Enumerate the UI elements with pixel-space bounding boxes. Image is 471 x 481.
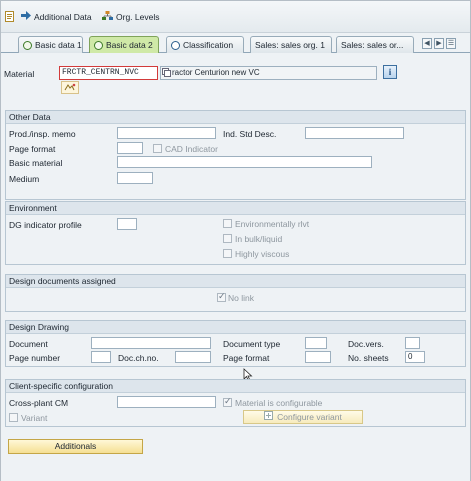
dg-indicator-label: DG indicator profile (9, 220, 82, 230)
drawing-page-format-field[interactable] (305, 351, 331, 363)
medium-label: Medium (9, 174, 40, 184)
ind-std-desc-label: Ind. Std Desc. (223, 129, 277, 139)
document-type-field[interactable] (305, 337, 327, 349)
circle-icon (171, 40, 180, 50)
cross-plant-label: Cross-plant CM (9, 398, 69, 408)
tab-label: Basic data 2 (106, 40, 153, 50)
highly-viscous-checkbox[interactable] (223, 249, 232, 258)
tab-basic-data-2[interactable]: Basic data 2 (89, 36, 159, 53)
basic-material-label: Basic material (9, 158, 63, 168)
tab-basic-data-1[interactable]: Basic data 1 (18, 36, 83, 53)
additional-data-label: Additional Data (34, 11, 92, 22)
prod-memo-field[interactable] (117, 127, 216, 139)
no-link-checkbox[interactable] (217, 291, 226, 302)
application-toolbar: Additional Data Org. Levels (1, 1, 470, 33)
org-levels-label: Org. Levels (116, 12, 160, 22)
design-drawing-group: Design Drawing Document Document type Do… (5, 320, 466, 367)
dg-indicator-field[interactable] (117, 218, 137, 230)
configure-variant-label: Configure variant (277, 412, 342, 422)
configure-icon (264, 411, 274, 423)
other-data-group: Other Data Prod./insp. memo Ind. Std Des… (5, 110, 466, 200)
tab-label: Classification (183, 40, 234, 50)
tab-label: Sales: sales org. 1 (255, 40, 325, 50)
ind-std-desc-field[interactable] (305, 127, 404, 139)
tab-strip: Basic data 1 Basic data 2 Classification… (1, 35, 470, 53)
prod-memo-label: Prod./insp. memo (9, 129, 76, 139)
tab-scroll-left-button[interactable]: ◀ (422, 38, 432, 49)
document-list-icon[interactable] (5, 11, 15, 22)
tab-label: Basic data 1 (35, 40, 82, 50)
document-type-label: Document type (223, 339, 281, 349)
tab-scroll-right-button[interactable]: ▶ (434, 38, 444, 49)
org-levels-button[interactable]: Org. Levels (102, 11, 159, 23)
cross-plant-field[interactable] (117, 396, 216, 408)
tab-sales-org-1[interactable]: Sales: sales org. 1 (250, 36, 332, 53)
basic-data-2-panel: Material FRCTR_CENTRN_NVC ractor Centuri… (1, 54, 470, 481)
env-relevant-checkbox[interactable] (223, 219, 232, 228)
material-label: Material (4, 69, 35, 79)
org-levels-icon (102, 11, 113, 23)
tab-list-button[interactable]: ☰ (446, 38, 456, 49)
no-link-label: No link (228, 293, 254, 303)
cad-indicator-label: CAD Indicator (165, 144, 218, 154)
client-config-group: Client-specific configuration Cross-plan… (5, 379, 466, 427)
design-documents-group: Design documents assigned No link (5, 274, 466, 312)
basic-material-field[interactable] (117, 156, 372, 168)
material-description-field: ractor Centurion new VC (160, 66, 377, 80)
environment-title: Environment (6, 202, 465, 215)
material-number-field[interactable]: FRCTR_CENTRN_NVC (59, 66, 158, 80)
document-label: Document (9, 339, 48, 349)
info-button[interactable]: i (383, 65, 397, 79)
material-configurable-label: Material is configurable (235, 398, 323, 408)
copy-icon (162, 68, 171, 79)
no-sheets-field[interactable]: 0 (405, 351, 425, 363)
page-format-field[interactable] (117, 142, 143, 154)
other-data-title: Other Data (6, 111, 465, 124)
check-circle-icon (23, 40, 32, 50)
env-relevant-label: Environmentally rlvt (235, 219, 310, 229)
tab-classification[interactable]: Classification (166, 36, 244, 53)
client-config-title: Client-specific configuration (6, 380, 465, 393)
doc-ch-no-label: Doc.ch.no. (118, 353, 159, 363)
additional-data-button[interactable]: Additional Data (21, 11, 92, 22)
window-frame: Additional Data Org. Levels Basic data 1… (0, 0, 471, 481)
tab-sales-org-2[interactable]: Sales: sales or... (336, 36, 414, 53)
page-number-label: Page number (9, 353, 61, 363)
arrow-right-icon (21, 11, 31, 22)
additionals-button[interactable]: Additionals (8, 439, 143, 454)
variant-label: Variant (21, 413, 48, 423)
page-number-field[interactable] (91, 351, 111, 363)
tab-label: Sales: sales or... (341, 40, 404, 50)
document-field[interactable] (91, 337, 211, 349)
environment-group: Environment DG indicator profile Environ… (5, 201, 466, 265)
long-text-icon[interactable] (61, 81, 79, 94)
no-sheets-label: No. sheets (348, 353, 389, 363)
variant-checkbox[interactable] (9, 413, 18, 422)
bulk-liquid-checkbox[interactable] (223, 234, 232, 243)
cad-indicator-checkbox[interactable] (153, 144, 162, 153)
highly-viscous-label: Highly viscous (235, 249, 290, 259)
bulk-liquid-label: In bulk/liquid (235, 234, 283, 244)
design-drawing-title: Design Drawing (6, 321, 465, 334)
doc-vers-field[interactable] (405, 337, 420, 349)
material-description-text: ractor Centurion new VC (172, 68, 260, 77)
doc-vers-label: Doc.vers. (348, 339, 384, 349)
design-documents-title: Design documents assigned (6, 275, 465, 288)
check-circle-icon (94, 40, 103, 50)
configure-variant-button[interactable]: Configure variant (243, 410, 363, 424)
drawing-page-format-label: Page format (223, 353, 270, 363)
doc-ch-no-field[interactable] (175, 351, 211, 363)
page-format-label: Page format (9, 144, 56, 154)
material-configurable-checkbox[interactable] (223, 396, 232, 407)
medium-field[interactable] (117, 172, 153, 184)
